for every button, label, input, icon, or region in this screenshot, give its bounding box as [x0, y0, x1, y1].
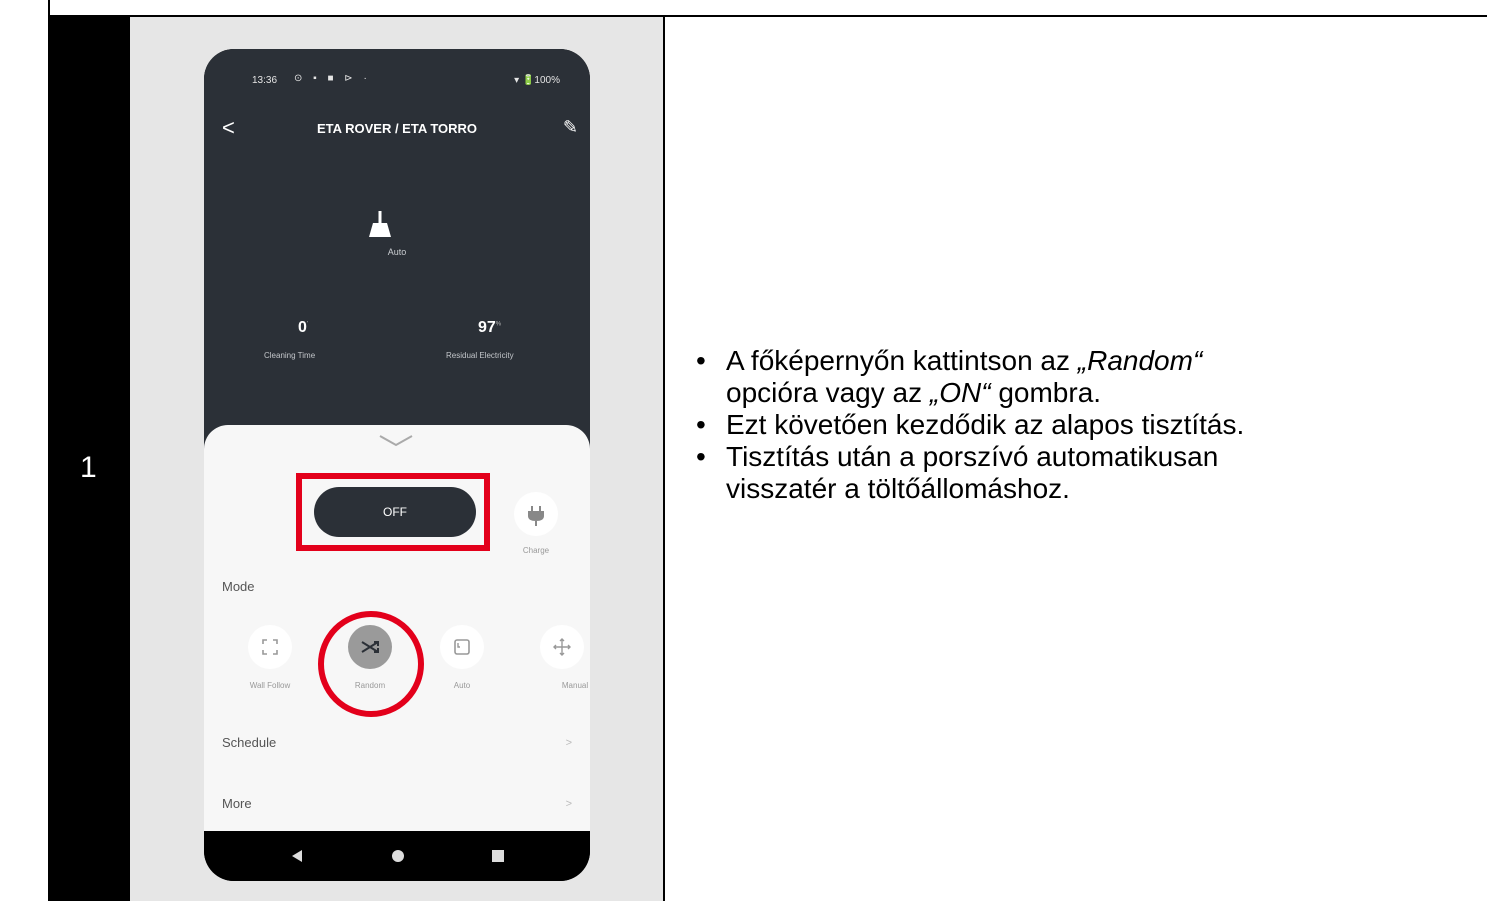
edit-icon[interactable]: ✎: [563, 117, 578, 138]
battery-indicator: ▾ 🔋100%: [514, 75, 560, 86]
status-time: 13:36: [252, 75, 278, 86]
instruction-item-3: Tisztítás után a porszívó automatikusan …: [690, 441, 1487, 505]
cleaning-time-value: 0': [298, 319, 309, 336]
instruction-item-1: A főképernyőn kattintson az „Random“ opc…: [690, 345, 1487, 409]
cleaning-time-label: Cleaning Time: [264, 351, 316, 360]
mode-section-label: Mode: [222, 579, 255, 594]
status-bar: 13:36 ⊙ ▪ ■ ⊳ · ▾ 🔋100%: [204, 71, 590, 91]
highlight-random-mode: [318, 611, 424, 717]
step-number: 1: [80, 451, 97, 484]
highlight-power-button: [296, 473, 490, 551]
instruction-list: A főképernyőn kattintson az „Random“ opc…: [690, 345, 1487, 505]
charge-label: Charge: [522, 546, 550, 555]
schedule-row[interactable]: Schedule: [222, 735, 276, 750]
battery-value: 97%: [478, 319, 502, 336]
more-arrow-icon: >: [565, 798, 572, 810]
mode-wall-follow-label: Wall Follow: [249, 681, 291, 690]
chevron-down-icon[interactable]: [378, 433, 414, 449]
plug-icon: [528, 506, 544, 526]
phone-screenshot: 13:36 ⊙ ▪ ■ ⊳ · ▾ 🔋100% < ETA ROVER / ET…: [204, 49, 590, 881]
schedule-arrow-icon: >: [565, 737, 572, 749]
nav-recents-icon[interactable]: [492, 850, 504, 862]
battery-label: Residual Electricity: [446, 351, 514, 360]
nav-back-icon[interactable]: [290, 849, 304, 863]
charge-button[interactable]: [514, 492, 558, 536]
manual-icon: [553, 638, 571, 656]
mode-manual-label: Manual: [561, 681, 589, 690]
instruction-item-2: Ezt követően kezdődik az alapos tisztítá…: [690, 409, 1487, 441]
more-row[interactable]: More: [222, 796, 252, 811]
mode-manual-button[interactable]: [540, 625, 584, 669]
wall-follow-icon: [262, 639, 278, 655]
mode-auto-label: Auto: [453, 681, 471, 690]
broom-icon: [369, 211, 391, 237]
android-nav-bar: [204, 831, 590, 881]
current-mode-label: Auto: [387, 247, 407, 257]
notification-icons: ⊙ ▪ ■ ⊳ ·: [294, 73, 371, 84]
mode-auto-button[interactable]: [440, 625, 484, 669]
nav-home-icon[interactable]: [391, 849, 405, 863]
page-margin: [0, 0, 48, 901]
table-top-row: [50, 0, 1487, 17]
app-header: < ETA ROVER / ETA TORRO ✎: [204, 115, 590, 145]
device-title: ETA ROVER / ETA TORRO: [316, 121, 478, 136]
auto-icon: [454, 639, 470, 655]
mode-wall-follow-button[interactable]: [248, 625, 292, 669]
